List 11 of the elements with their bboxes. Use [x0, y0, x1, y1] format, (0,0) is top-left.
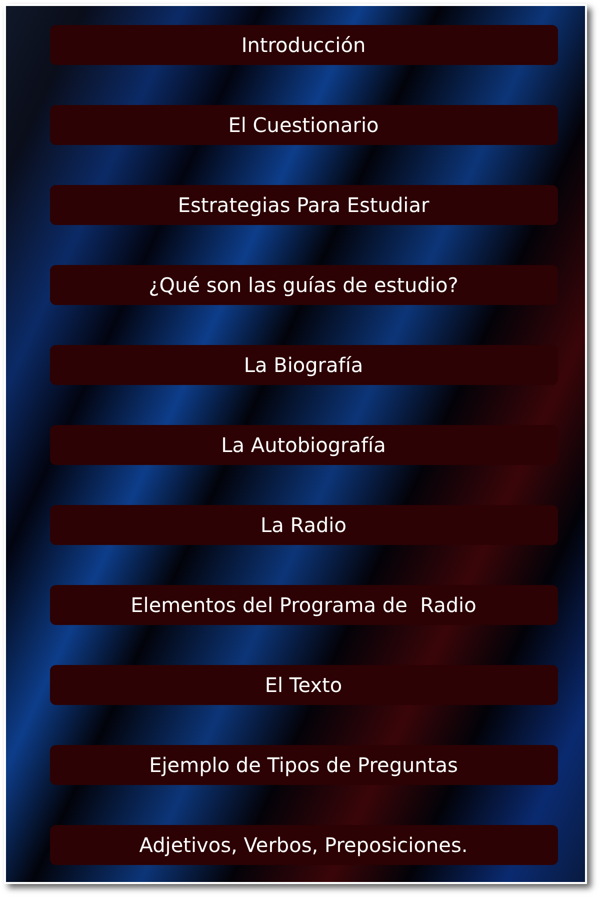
menu-button[interactable]: La Biografía	[50, 345, 558, 385]
menu-button[interactable]: Estrategias Para Estudiar	[50, 185, 558, 225]
menu-button[interactable]: Elementos del Programa de Radio	[50, 585, 558, 625]
menu-button[interactable]: La Autobiografía	[50, 425, 558, 465]
menu-button[interactable]: Adjetivos, Verbos, Preposiciones.	[50, 825, 558, 865]
menu-button[interactable]: Introducción	[50, 25, 558, 65]
menu-button[interactable]: El Cuestionario	[50, 105, 558, 145]
menu-button[interactable]: Ejemplo de Tipos de Preguntas	[50, 745, 558, 785]
menu-button[interactable]: ¿Qué son las guías de estudio?	[50, 265, 558, 305]
menu-button[interactable]: La Radio	[50, 505, 558, 545]
menu-button[interactable]: El Texto	[50, 665, 558, 705]
